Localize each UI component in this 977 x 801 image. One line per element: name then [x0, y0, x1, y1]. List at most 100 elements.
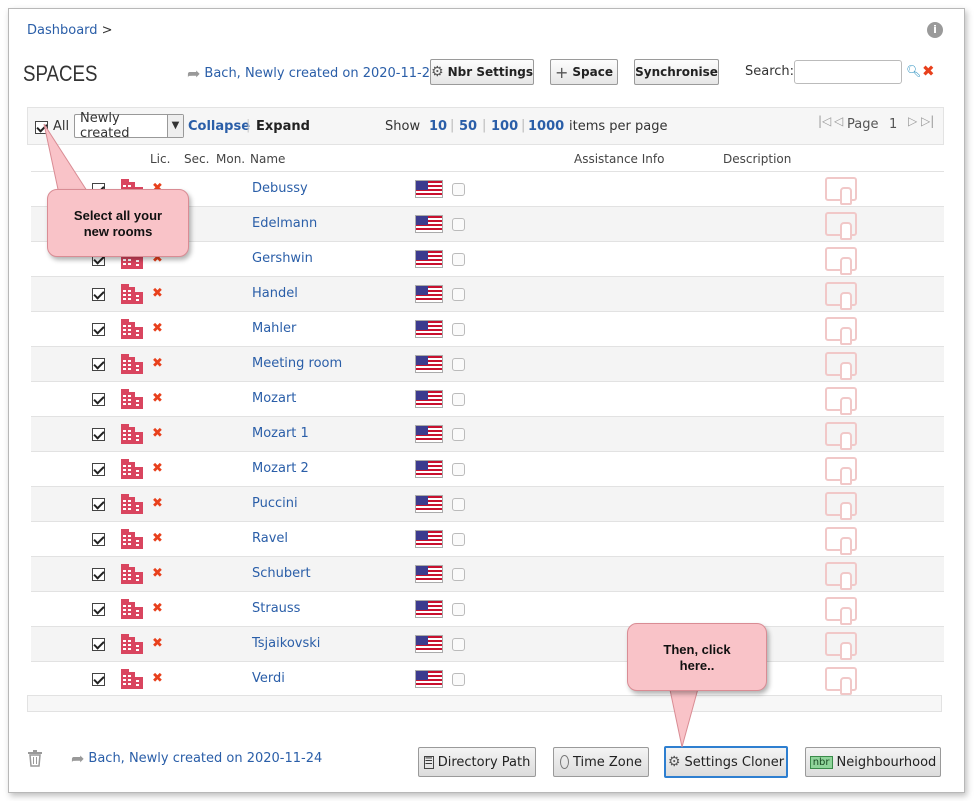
row-option-checkbox[interactable] — [452, 603, 465, 616]
table-row[interactable]: ✖ Puccini — [31, 486, 944, 521]
table-row[interactable]: ✖ Meeting room — [31, 346, 944, 381]
time-zone-button[interactable]: Time Zone — [553, 747, 649, 777]
row-option-checkbox[interactable] — [452, 498, 465, 511]
license-x-icon: ✖ — [152, 531, 163, 546]
row-checkbox[interactable] — [92, 393, 105, 406]
row-option-checkbox[interactable] — [452, 218, 465, 231]
touch-panel-icon[interactable] — [825, 247, 857, 275]
space-name-link[interactable]: Mozart 2 — [252, 461, 309, 476]
touch-panel-icon[interactable] — [825, 177, 857, 205]
row-checkbox[interactable] — [92, 533, 105, 546]
bach-footer-link[interactable]: ➦ Bach, Newly created on 2020-11-24 — [71, 749, 322, 768]
touch-panel-icon[interactable] — [825, 492, 857, 520]
touch-panel-icon[interactable] — [825, 317, 857, 345]
add-space-button[interactable]: + Space — [550, 59, 618, 85]
space-name-link[interactable]: Mahler — [252, 321, 296, 336]
table-row[interactable]: ✖ Schubert — [31, 556, 944, 591]
col-name[interactable]: Name — [250, 152, 285, 166]
bach-header-link[interactable]: ➦ Bach, Newly created on 2020-11-24 — [187, 64, 438, 83]
space-name-link[interactable]: Schubert — [252, 566, 311, 581]
row-option-checkbox[interactable] — [452, 358, 465, 371]
space-name-link[interactable]: Ravel — [252, 531, 288, 546]
table-row[interactable]: ✖ Strauss — [31, 591, 944, 626]
table-row[interactable]: ✖ Verdi — [31, 661, 944, 696]
touch-panel-icon[interactable] — [825, 387, 857, 415]
space-name-link[interactable]: Gershwin — [252, 251, 313, 266]
space-name-link[interactable]: Puccini — [252, 496, 298, 511]
trash-icon[interactable] — [27, 749, 43, 767]
last-page-icon[interactable]: ▷| — [921, 114, 934, 128]
collapse-link[interactable]: Collapse — [188, 119, 250, 134]
page-size-10[interactable]: 10 — [429, 119, 447, 134]
row-checkbox[interactable] — [92, 358, 105, 371]
prev-page-icon[interactable]: ◁ — [834, 114, 843, 128]
touch-panel-icon[interactable] — [825, 562, 857, 590]
page-size-50[interactable]: 50 — [459, 119, 477, 134]
row-checkbox[interactable] — [92, 463, 105, 476]
page-size-1000[interactable]: 1000 — [528, 119, 564, 134]
row-option-checkbox[interactable] — [452, 638, 465, 651]
row-checkbox[interactable] — [92, 568, 105, 581]
touch-panel-icon[interactable] — [825, 422, 857, 450]
info-icon[interactable]: i — [927, 22, 943, 38]
space-name-link[interactable]: Verdi — [252, 671, 285, 686]
space-name-link[interactable]: Debussy — [252, 181, 308, 196]
space-name-link[interactable]: Strauss — [252, 601, 300, 616]
space-name-link[interactable]: Tsjaikovski — [252, 636, 320, 651]
first-page-icon[interactable]: |◁ — [818, 114, 831, 128]
row-option-checkbox[interactable] — [452, 183, 465, 196]
row-option-checkbox[interactable] — [452, 393, 465, 406]
row-checkbox[interactable] — [92, 673, 105, 686]
row-checkbox[interactable] — [92, 288, 105, 301]
row-option-checkbox[interactable] — [452, 323, 465, 336]
directory-path-button[interactable]: ☰ Directory Path — [418, 747, 536, 777]
col-description[interactable]: Description — [723, 152, 791, 166]
clear-search-icon[interactable]: ✖ — [922, 62, 935, 80]
row-checkbox[interactable] — [92, 428, 105, 441]
table-row[interactable]: ✖ Mozart 2 — [31, 451, 944, 486]
row-checkbox[interactable] — [92, 323, 105, 336]
space-name-link[interactable]: Mozart — [252, 391, 296, 406]
touch-panel-icon[interactable] — [825, 352, 857, 380]
touch-panel-icon[interactable] — [825, 457, 857, 485]
expand-link[interactable]: Expand — [256, 119, 310, 134]
row-option-checkbox[interactable] — [452, 463, 465, 476]
row-option-checkbox[interactable] — [452, 288, 465, 301]
row-option-checkbox[interactable] — [452, 568, 465, 581]
space-name-link[interactable]: Meeting room — [252, 356, 342, 371]
row-checkbox[interactable] — [92, 638, 105, 651]
touch-panel-icon[interactable] — [825, 632, 857, 660]
space-name-link[interactable]: Mozart 1 — [252, 426, 309, 441]
row-checkbox[interactable] — [92, 603, 105, 616]
row-checkbox[interactable] — [92, 498, 105, 511]
table-row[interactable]: ✖ Mahler — [31, 311, 944, 346]
page-size-100[interactable]: 100 — [491, 119, 518, 134]
col-mon[interactable]: Mon. — [216, 152, 245, 166]
col-lic[interactable]: Lic. — [150, 152, 170, 166]
table-row[interactable]: ✖ Handel — [31, 276, 944, 311]
row-option-checkbox[interactable] — [452, 533, 465, 546]
neighbourhood-button[interactable]: nbr Neighbourhood — [805, 747, 941, 777]
touch-panel-icon[interactable] — [825, 212, 857, 240]
space-name-link[interactable]: Edelmann — [252, 216, 317, 231]
touch-panel-icon[interactable] — [825, 527, 857, 555]
nbr-settings-button[interactable]: ⚙ Nbr Settings — [430, 59, 534, 85]
row-option-checkbox[interactable] — [452, 428, 465, 441]
synchronise-button[interactable]: Synchronise — [634, 59, 719, 85]
touch-panel-icon[interactable] — [825, 282, 857, 310]
table-row[interactable]: ✖ Mozart — [31, 381, 944, 416]
touch-panel-icon[interactable] — [825, 597, 857, 625]
search-input[interactable] — [794, 60, 902, 84]
col-assistance-info[interactable]: Assistance Info — [574, 152, 664, 166]
table-row[interactable]: ✖ Mozart 1 — [31, 416, 944, 451]
table-row[interactable]: ✖ Tsjaikovski — [31, 626, 944, 661]
next-page-icon[interactable]: ▷ — [908, 114, 917, 128]
table-row[interactable]: ✖ Ravel — [31, 521, 944, 556]
col-sec[interactable]: Sec. — [184, 152, 209, 166]
breadcrumb-dashboard-link[interactable]: Dashboard — [27, 23, 98, 38]
row-option-checkbox[interactable] — [452, 673, 465, 686]
search-icon[interactable]: 🔍︎ — [906, 64, 921, 78]
touch-panel-icon[interactable] — [825, 667, 857, 695]
row-option-checkbox[interactable] — [452, 253, 465, 266]
space-name-link[interactable]: Handel — [252, 286, 298, 301]
